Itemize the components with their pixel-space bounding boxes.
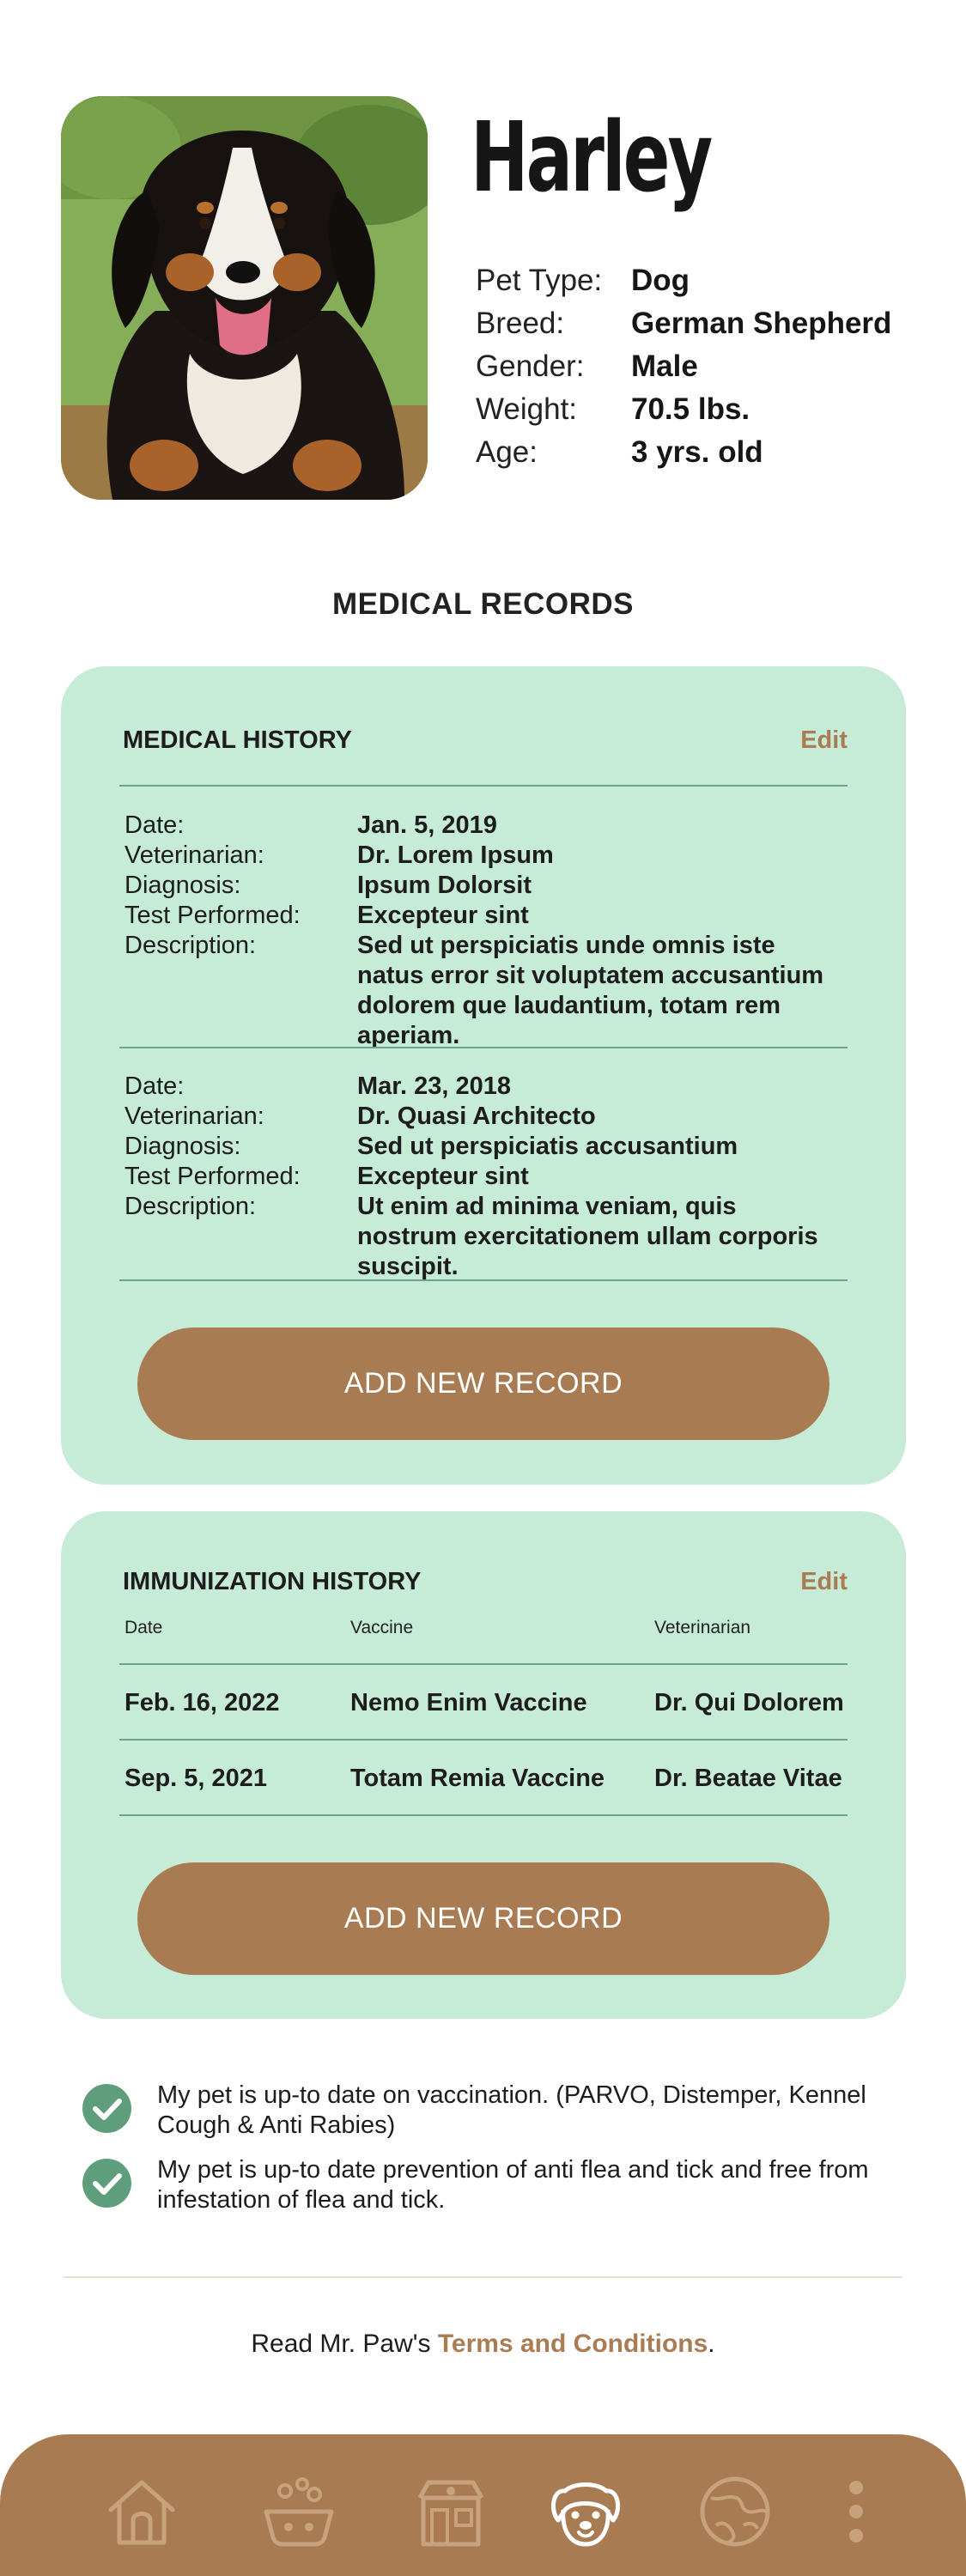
veterinarian-value: Dr. Lorem Ipsum	[357, 841, 554, 869]
veterinarian-value: Dr. Quasi Architecto	[357, 1103, 596, 1130]
terms-suffix: .	[708, 2330, 715, 2358]
vaccination-check: My pet is up-to date on vaccination. (PA…	[82, 2081, 898, 2141]
diagnosis-label: Diagnosis:	[125, 872, 241, 899]
flea-tick-check-text: My pet is up-to date prevention of anti …	[157, 2156, 869, 2214]
gender-label: Gender:	[476, 349, 585, 383]
veterinarian-label: Veterinarian:	[125, 1103, 264, 1130]
nav-more[interactable]	[813, 2469, 899, 2555]
gender-row: Gender: Male	[476, 345, 891, 388]
breed-row: Breed: German Shepherd	[476, 302, 891, 345]
description-value: Sed ut perspiciatis unde omnis iste natu…	[357, 932, 824, 1049]
description-value: Ut enim ad minima veniam, quis nostrum e…	[357, 1193, 818, 1280]
immunization-history-header: IMMUNIZATION HISTORY Edit	[123, 1568, 848, 1596]
description-label: Description:	[125, 1193, 257, 1220]
age-value: 3 yrs. old	[631, 435, 763, 469]
check-circle-icon	[82, 2159, 131, 2208]
add-immunization-record-button[interactable]: ADD NEW RECORD	[137, 1862, 829, 1975]
medical-history-card: MEDICAL HISTORY Edit Date: Jan. 5, 2019 …	[61, 666, 906, 1485]
immunization-veterinarian: Dr. Qui Dolorem	[654, 1688, 844, 1716]
table-row: Sep. 5, 2021 Totam Remia Vaccine Dr. Bea…	[125, 1741, 848, 1816]
check-circle-icon	[82, 2084, 131, 2133]
medical-record: Date: Jan. 5, 2019 Veterinarian: Dr. Lor…	[125, 811, 837, 1051]
pet-type-label: Pet Type:	[476, 264, 603, 297]
medical-record: Date: Mar. 23, 2018 Veterinarian: Dr. Qu…	[125, 1072, 837, 1282]
divider	[64, 2276, 902, 2278]
pet-info: Pet Type: Dog Breed: German Shepherd Gen…	[476, 259, 891, 474]
column-header-date: Date	[125, 1618, 163, 1637]
immunization-date: Sep. 5, 2021	[125, 1764, 268, 1792]
breed-value: German Shepherd	[631, 307, 892, 340]
medical-history-title: MEDICAL HISTORY	[123, 726, 352, 754]
immunization-history-edit-link[interactable]: Edit	[800, 1568, 848, 1596]
immunization-history-card: IMMUNIZATION HISTORY Edit Date Vaccine V…	[61, 1511, 906, 2019]
medical-history-edit-link[interactable]: Edit	[800, 726, 848, 755]
description-label: Description:	[125, 932, 257, 959]
pet-photo	[61, 96, 428, 500]
column-header-vaccine: Vaccine	[350, 1618, 414, 1637]
divider	[119, 1047, 848, 1048]
flea-tick-check: My pet is up-to date prevention of anti …	[82, 2155, 898, 2215]
test-label: Test Performed:	[125, 1163, 301, 1190]
home-icon	[108, 2480, 175, 2545]
pet-type-row: Pet Type: Dog	[476, 259, 891, 302]
diagnosis-value: Ipsum Dolorsit	[357, 872, 532, 899]
divider	[119, 785, 848, 787]
divider	[119, 1279, 848, 1281]
nav-home[interactable]	[99, 2469, 185, 2555]
pet-shop-icon	[417, 2480, 484, 2547]
nav-records[interactable]	[543, 2469, 629, 2555]
immunization-history-title: IMMUNIZATION HISTORY	[123, 1568, 422, 1595]
terms-prefix: Read Mr. Paw's	[251, 2330, 438, 2358]
vaccination-check-text: My pet is up-to date on vaccination. (PA…	[157, 2081, 866, 2139]
nav-grooming[interactable]	[256, 2469, 342, 2555]
date-value: Jan. 5, 2019	[357, 811, 497, 839]
immunization-vaccine: Nemo Enim Vaccine	[350, 1688, 587, 1716]
section-title: MEDICAL RECORDS	[331, 587, 635, 621]
diagnosis-label: Diagnosis:	[125, 1133, 241, 1160]
pet-name: Harley	[471, 102, 713, 214]
divider	[119, 1814, 848, 1816]
nav-shop[interactable]	[408, 2469, 494, 2555]
pet-type-value: Dog	[631, 264, 690, 297]
immunization-veterinarian: Dr. Beatae Vitae	[654, 1764, 842, 1792]
immunization-vaccine: Totam Remia Vaccine	[350, 1764, 605, 1792]
pet-globe-icon	[700, 2476, 770, 2547]
gender-value: Male	[631, 349, 698, 383]
immunization-date: Feb. 16, 2022	[125, 1688, 280, 1716]
terms-link[interactable]: Terms and Conditions	[438, 2330, 708, 2358]
diagnosis-value: Sed ut perspiciatis accusantium	[357, 1133, 738, 1160]
test-value: Excepteur sint	[357, 1163, 529, 1190]
dog-face-icon	[550, 2482, 621, 2547]
test-value: Excepteur sint	[357, 902, 529, 929]
bottom-nav	[0, 2434, 966, 2576]
table-row: Feb. 16, 2022 Nemo Enim Vaccine Dr. Qui …	[125, 1665, 848, 1741]
medical-history-header: MEDICAL HISTORY Edit	[123, 726, 848, 755]
age-label: Age:	[476, 435, 538, 469]
test-label: Test Performed:	[125, 902, 301, 929]
terms-text: Read Mr. Paw's Terms and Conditions.	[0, 2330, 966, 2359]
nav-explore[interactable]	[692, 2469, 778, 2555]
weight-label: Weight:	[476, 392, 578, 426]
weight-row: Weight: 70.5 lbs.	[476, 388, 891, 431]
breed-label: Breed:	[476, 307, 565, 340]
more-vertical-icon	[849, 2481, 863, 2543]
date-label: Date:	[125, 1072, 185, 1100]
date-value: Mar. 23, 2018	[357, 1072, 511, 1100]
age-row: Age: 3 yrs. old	[476, 431, 891, 474]
add-medical-record-button[interactable]: ADD NEW RECORD	[137, 1327, 829, 1440]
weight-value: 70.5 lbs.	[631, 392, 750, 426]
pet-bath-icon	[264, 2477, 334, 2547]
date-label: Date:	[125, 811, 185, 839]
veterinarian-label: Veterinarian:	[125, 841, 264, 869]
column-header-veterinarian: Veterinarian	[654, 1618, 751, 1637]
